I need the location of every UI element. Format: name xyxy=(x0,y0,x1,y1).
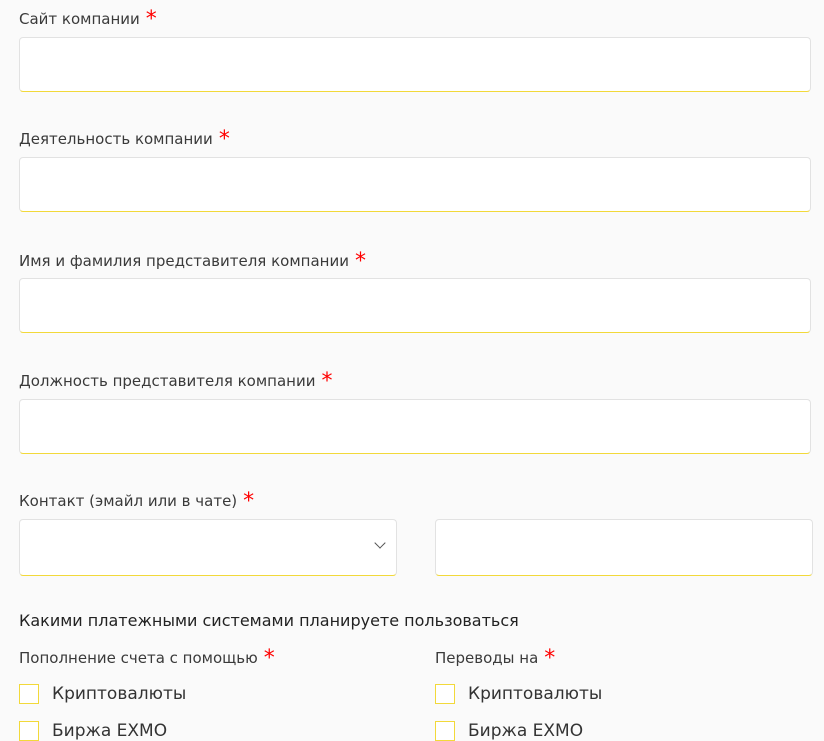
checkbox-icon[interactable] xyxy=(435,684,455,704)
deposit-exmo-checkbox[interactable]: Биржа EXMO xyxy=(19,721,167,741)
label-deposit: Пополнение счета с помощью * xyxy=(19,646,275,671)
label-contact: Контакт (эмайл или в чате) * xyxy=(19,489,255,514)
option-label: Биржа EXMO xyxy=(52,721,168,741)
label-rep-name: Имя и фамилия представителя компании * xyxy=(19,249,366,274)
rep-name-input[interactable] xyxy=(19,278,811,333)
label-company-site: Сайт компании * xyxy=(19,7,157,32)
label-rep-position: Должность представителя компании * xyxy=(19,369,333,394)
checkbox-icon[interactable] xyxy=(19,684,39,704)
chevron-down-icon xyxy=(374,537,386,549)
checkbox-icon[interactable] xyxy=(435,721,455,741)
option-label: Биржа EXMO xyxy=(468,721,584,741)
label-company-activity: Деятельность компании * xyxy=(19,127,230,152)
option-label: Криптовалюты xyxy=(468,684,603,704)
payments-heading: Какими платежными системами планируете п… xyxy=(19,611,519,630)
transfer-exmo-checkbox[interactable]: Биржа EXMO xyxy=(435,721,583,741)
company-site-input[interactable] xyxy=(19,37,811,92)
checkbox-icon[interactable] xyxy=(19,721,39,741)
label-transfer: Переводы на * xyxy=(435,646,556,671)
transfer-crypto-checkbox[interactable]: Криптовалюты xyxy=(435,684,602,704)
required-marker: * xyxy=(354,249,366,274)
contact-value-input[interactable] xyxy=(435,519,813,576)
deposit-crypto-checkbox[interactable]: Криптовалюты xyxy=(19,684,186,704)
required-marker: * xyxy=(218,127,230,152)
option-label: Криптовалюты xyxy=(52,684,187,704)
contact-type-select[interactable] xyxy=(19,519,397,576)
required-marker: * xyxy=(321,369,333,394)
company-activity-input[interactable] xyxy=(19,157,811,212)
rep-position-input[interactable] xyxy=(19,399,811,454)
required-marker: * xyxy=(544,646,556,671)
required-marker: * xyxy=(145,7,157,32)
required-marker: * xyxy=(263,646,275,671)
required-marker: * xyxy=(243,489,255,514)
